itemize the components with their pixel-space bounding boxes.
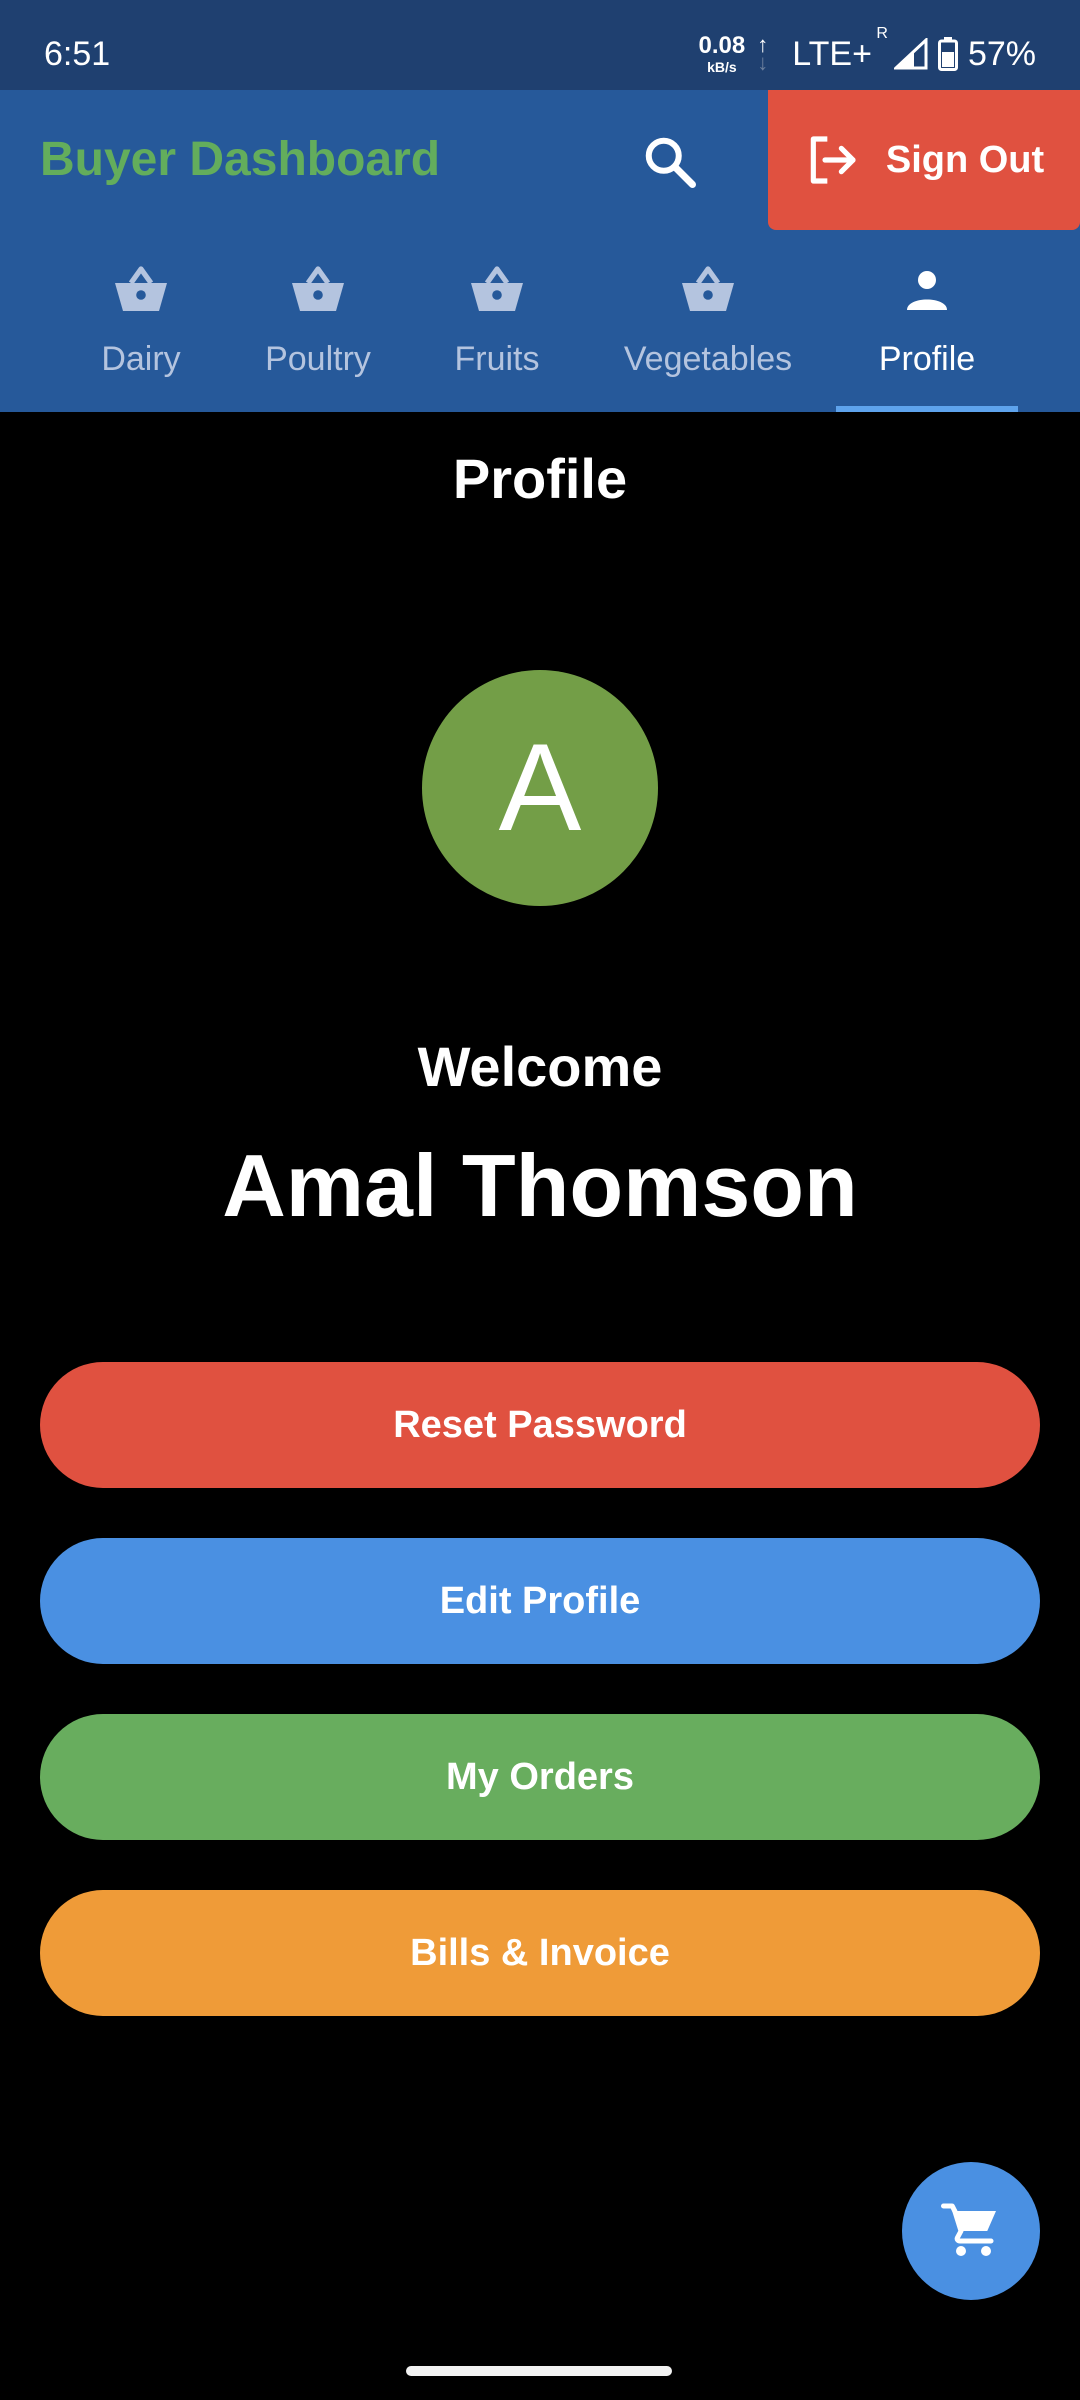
active-tab-indicator (836, 406, 1018, 412)
my-orders-button[interactable]: My Orders (40, 1714, 1040, 1840)
search-button[interactable] (632, 124, 708, 200)
network-type: LTE+ R (792, 25, 888, 74)
app-bar: Buyer Dashboard Sign Out Dairy Poultry F… (0, 90, 1080, 412)
cart-icon (941, 2203, 996, 2256)
roaming-indicator: R (876, 24, 888, 42)
tab-label: Vegetables (623, 340, 793, 378)
sign-out-label: Sign Out (885, 138, 1045, 181)
tab-dairy[interactable]: Dairy (60, 248, 222, 412)
home-indicator[interactable] (406, 2366, 672, 2376)
sign-out-button[interactable]: Sign Out (768, 90, 1080, 230)
person-icon (903, 254, 951, 326)
edit-profile-button[interactable]: Edit Profile (40, 1538, 1040, 1664)
tab-vegetables[interactable]: Vegetables (606, 248, 810, 412)
basket-icon (680, 254, 736, 326)
search-icon (645, 137, 696, 188)
category-tabs: Dairy Poultry Fruits Vegetables Profile (0, 248, 1080, 412)
basket-icon (290, 254, 346, 326)
logout-icon (810, 136, 856, 184)
network-speed: 0.08 kB/s (698, 32, 746, 75)
basket-icon (113, 254, 169, 326)
tab-label: Profile (878, 340, 976, 378)
signal-icon (893, 38, 928, 70)
welcome-label: Welcome (417, 1035, 663, 1098)
cart-fab-button[interactable] (902, 2162, 1040, 2300)
reset-password-button[interactable]: Reset Password (40, 1362, 1040, 1488)
avatar: A (422, 670, 658, 906)
network-speed-unit: kB/s (707, 59, 737, 75)
network-type-label: LTE+ (792, 34, 872, 73)
battery-level: 57% (967, 34, 1036, 73)
battery-icon (937, 37, 958, 71)
tab-poultry[interactable]: Poultry (238, 248, 398, 412)
tab-label: Fruits (454, 340, 540, 378)
tab-profile[interactable]: Profile (836, 248, 1018, 412)
status-bar: 6:51 0.08 kB/s ↑ ↓ LTE+ R 57% (0, 0, 1080, 90)
status-icons: 0.08 kB/s ↑ ↓ LTE+ R 57% (698, 25, 1036, 80)
network-speed-value: 0.08 (698, 32, 746, 59)
tab-fruits[interactable]: Fruits (420, 248, 574, 412)
status-time: 6:51 (44, 35, 111, 73)
page-title: Profile (452, 447, 628, 510)
user-name: Amal Thomson (222, 1136, 858, 1235)
tab-label: Dairy (101, 340, 181, 378)
app-title: Buyer Dashboard (40, 133, 441, 186)
tab-label: Poultry (265, 340, 371, 378)
basket-icon (469, 254, 525, 326)
data-activity-icon: ↑ ↓ (757, 32, 769, 75)
bills-invoice-button[interactable]: Bills & Invoice (40, 1890, 1040, 2016)
